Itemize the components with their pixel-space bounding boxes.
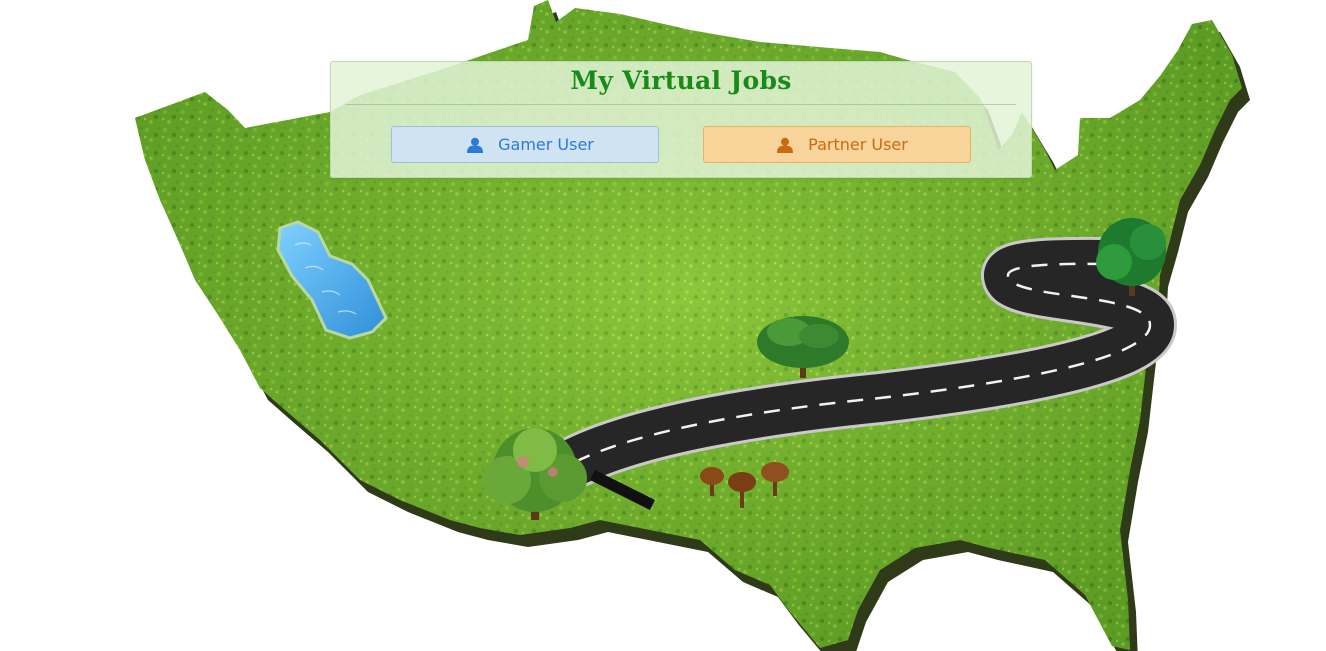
- partner-user-label: Partner User: [808, 135, 908, 154]
- gamer-user-button[interactable]: Gamer User: [391, 126, 659, 163]
- partner-user-button[interactable]: Partner User: [703, 126, 971, 163]
- app-title: My Virtual Jobs: [570, 66, 792, 95]
- panel-divider: [346, 104, 1016, 105]
- user-icon: [466, 137, 484, 153]
- gamer-user-label: Gamer User: [498, 135, 594, 154]
- login-role-panel: My Virtual Jobs Gamer User Partner User: [330, 61, 1032, 178]
- user-icon: [776, 137, 794, 153]
